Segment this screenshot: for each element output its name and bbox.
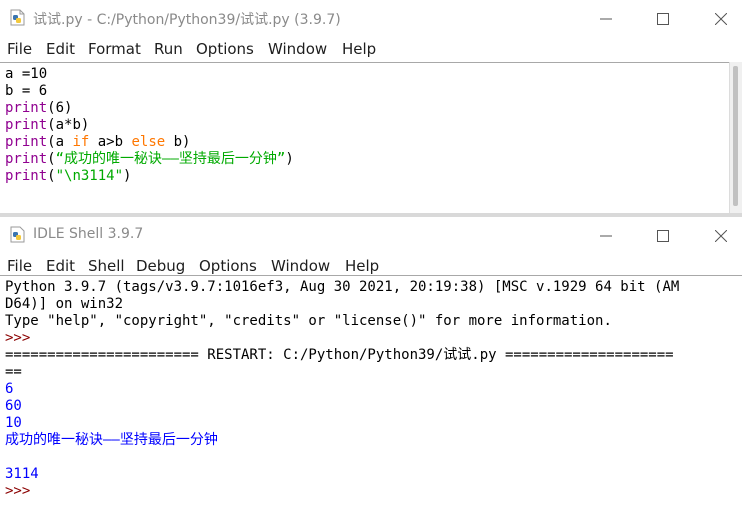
minimize-icon bbox=[600, 18, 612, 19]
shell-output-line: 成功的唯一秘诀——坚持最后一分钟 bbox=[5, 432, 218, 448]
minimize-button[interactable] bbox=[583, 217, 629, 254]
shell-output-line: 10 bbox=[5, 415, 22, 431]
editor-window: 试试.py - C:/Python/Python39/试试.py (3.9.7)… bbox=[0, 0, 742, 213]
maximize-icon bbox=[657, 12, 669, 25]
shell-line: Type "help", "copyright", "credits" or "… bbox=[5, 313, 612, 329]
python-icon bbox=[10, 226, 25, 243]
shell-text-area[interactable]: Python 3.9.7 (tags/v3.9.7:1016ef3, Aug 3… bbox=[0, 275, 742, 523]
editor-menubar: File Edit Format Run Options Window Help bbox=[0, 37, 742, 61]
code-line: print(6) bbox=[5, 100, 73, 116]
menu-options[interactable]: Options bbox=[199, 257, 257, 275]
code-line: b = 6 bbox=[5, 83, 48, 99]
menu-options[interactable]: Options bbox=[196, 40, 254, 58]
shell-prompt: >>> bbox=[5, 330, 31, 346]
code-line: print("\n3114") bbox=[5, 168, 132, 184]
editor-text-area[interactable]: a =10 b = 6 print(6) print(a*b) print(a … bbox=[0, 62, 730, 213]
maximize-icon bbox=[657, 229, 669, 242]
menu-file[interactable]: File bbox=[7, 257, 32, 275]
shell-output-line: 60 bbox=[5, 398, 22, 414]
menu-run[interactable]: Run bbox=[154, 40, 183, 58]
shell-title: IDLE Shell 3.9.7 bbox=[33, 226, 144, 242]
close-button[interactable] bbox=[698, 217, 742, 254]
shell-restart-line: == bbox=[5, 364, 22, 380]
shell-line: Python 3.9.7 (tags/v3.9.7:1016ef3, Aug 3… bbox=[5, 279, 680, 295]
code-line: print(a*b) bbox=[5, 117, 90, 133]
menu-shell[interactable]: Shell bbox=[88, 257, 125, 275]
editor-titlebar[interactable]: 试试.py - C:/Python/Python39/试试.py (3.9.7) bbox=[0, 0, 742, 37]
menu-help[interactable]: Help bbox=[342, 40, 376, 58]
menu-format[interactable]: Format bbox=[88, 40, 141, 58]
menu-window[interactable]: Window bbox=[271, 257, 330, 275]
menu-help[interactable]: Help bbox=[345, 257, 379, 275]
close-icon bbox=[715, 12, 727, 25]
menu-edit[interactable]: Edit bbox=[46, 40, 75, 58]
editor-scroll-thumb[interactable] bbox=[733, 66, 738, 206]
shell-window: IDLE Shell 3.9.7 File Edit Shell Debug O… bbox=[0, 217, 742, 523]
menu-edit[interactable]: Edit bbox=[46, 257, 75, 275]
close-button[interactable] bbox=[698, 0, 742, 37]
code-line: print(a if a>b else b) bbox=[5, 134, 191, 150]
shell-line: D64)] on win32 bbox=[5, 296, 124, 312]
python-file-icon bbox=[10, 9, 25, 26]
code-line: print(“成功的唯一秘诀——坚持最后一分钟”) bbox=[5, 151, 294, 167]
minimize-button[interactable] bbox=[583, 0, 629, 37]
shell-prompt[interactable]: >>> bbox=[5, 483, 30, 500]
editor-title: 试试.py - C:/Python/Python39/试试.py (3.9.7) bbox=[33, 12, 341, 28]
shell-output-line: 3114 bbox=[5, 466, 39, 482]
menu-window[interactable]: Window bbox=[268, 40, 327, 58]
shell-output-line: 6 bbox=[5, 381, 14, 397]
maximize-button[interactable] bbox=[640, 217, 686, 254]
menu-debug[interactable]: Debug bbox=[136, 257, 185, 275]
code-line: a =10 bbox=[5, 66, 48, 82]
close-icon bbox=[715, 229, 727, 242]
shell-restart-line: ======================= RESTART: C:/Pyth… bbox=[5, 347, 674, 363]
menu-file[interactable]: File bbox=[7, 40, 32, 58]
maximize-button[interactable] bbox=[640, 0, 686, 37]
shell-titlebar[interactable]: IDLE Shell 3.9.7 bbox=[0, 217, 742, 254]
editor-scrollbar[interactable] bbox=[729, 62, 742, 213]
minimize-icon bbox=[600, 235, 612, 236]
